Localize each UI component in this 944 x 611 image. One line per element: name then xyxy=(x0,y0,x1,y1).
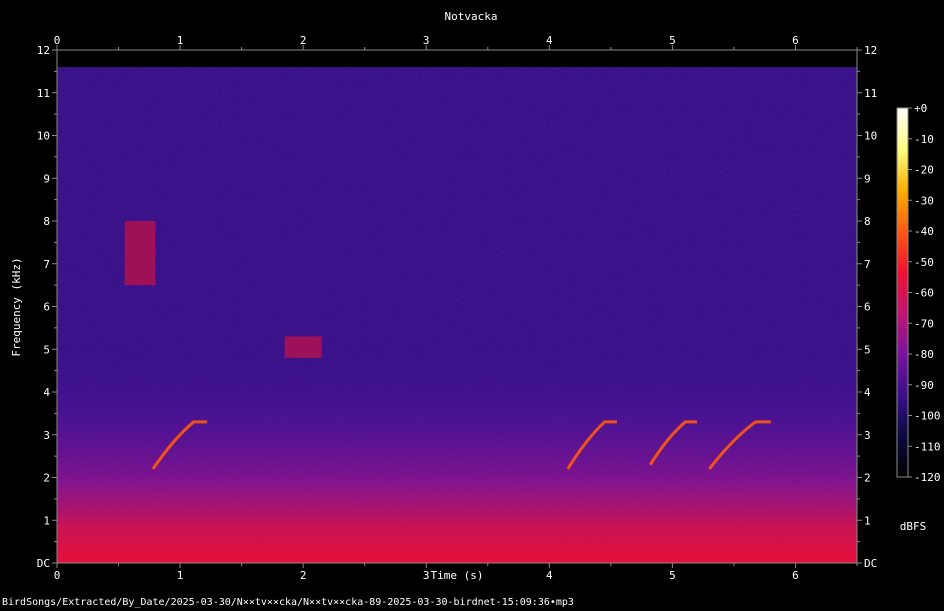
y-tick-label-left: 2 xyxy=(43,472,50,485)
x-tick-label-top: 5 xyxy=(669,34,676,47)
x-tick-label-top: 3 xyxy=(423,34,430,47)
y-tick-label-right: 5 xyxy=(864,343,871,356)
x-tick-label-bottom: 1 xyxy=(177,569,184,582)
colorbar-tick-label: -70 xyxy=(914,317,934,330)
low-frequency-energy xyxy=(57,50,857,563)
y-tick-label-left: 5 xyxy=(43,343,50,356)
colorbar-tick-label: -60 xyxy=(914,287,934,300)
x-tick-label-bottom: 6 xyxy=(792,569,799,582)
y-tick-label-left: 11 xyxy=(37,87,50,100)
x-tick-label-top: 6 xyxy=(792,34,799,47)
x-tick-label-top: 0 xyxy=(54,34,61,47)
y-tick-label-left: 3 xyxy=(43,429,50,442)
y-axis-right: DC123456789101112 xyxy=(857,44,877,570)
y-tick-label-right: 10 xyxy=(864,130,877,143)
y-tick-label-left: 7 xyxy=(43,258,50,271)
y-tick-label-left: 12 xyxy=(37,44,50,57)
above-cutoff-band xyxy=(57,50,857,68)
file-path-caption: BirdSongs/Extracted/By_Date/2025-03-30/N… xyxy=(2,597,574,608)
colorbar-tick-label: -100 xyxy=(914,410,941,423)
x-tick-label-bottom: 5 xyxy=(669,569,676,582)
colorbar-scale xyxy=(896,107,909,478)
y-tick-label-right: 1 xyxy=(864,514,871,527)
x-tick-label-top: 4 xyxy=(546,34,553,47)
y-tick-label-right: 4 xyxy=(864,386,871,399)
x-tick-label-bottom: 2 xyxy=(300,569,307,582)
colorbar-tick-label: -80 xyxy=(914,348,934,361)
colorbar-tick-label: -90 xyxy=(914,379,934,392)
y-tick-label-right: 9 xyxy=(864,172,871,185)
colorbar-label: dBFS xyxy=(900,520,927,533)
energy-patch xyxy=(284,336,322,358)
colorbar-tick-label: -10 xyxy=(914,133,934,146)
y-tick-label-left: 1 xyxy=(43,514,50,527)
y-tick-label-left: 10 xyxy=(37,130,50,143)
colorbar-tick-label: -30 xyxy=(914,194,934,207)
y-axis-left: DC123456789101112 xyxy=(37,44,57,570)
y-tick-label-right: 11 xyxy=(864,87,877,100)
y-tick-label-right: 12 xyxy=(864,44,877,57)
x-tick-label-top: 1 xyxy=(177,34,184,47)
y-tick-label-left: 6 xyxy=(43,301,50,314)
colorbar-tick-label: -120 xyxy=(914,471,941,484)
x-axis-label: Time (s) xyxy=(431,569,484,582)
colorbar-tick-label: -110 xyxy=(914,440,941,453)
y-tick-label-right: 2 xyxy=(864,472,871,485)
y-tick-label-right: 7 xyxy=(864,258,871,271)
energy-patch xyxy=(124,221,156,286)
colorbar-tick-label: -40 xyxy=(914,225,934,238)
colorbar-ticks: +0 -10 -20 -30 -40 -50 -60 -70 -80 -90 -100 -110 -12… xyxy=(908,102,941,484)
colorbar-tick-label: -20 xyxy=(914,164,934,177)
spectrogram-figure: Notvacka 0123456 0123456 DC1234567891011… xyxy=(10,10,941,582)
x-tick-label-bottom: 0 xyxy=(54,569,61,582)
y-tick-label-left: 9 xyxy=(43,172,50,185)
y-tick-label-left: 8 xyxy=(43,215,50,228)
x-tick-label-bottom: 4 xyxy=(546,569,553,582)
y-axis-label: Frequency (kHz) xyxy=(10,257,23,356)
colorbar: +0 -10 -20 -30 -40 -50 -60 -70 -80 -90 -100 -110 -12… xyxy=(896,102,941,533)
y-tick-label-right: 8 xyxy=(864,215,871,228)
y-tick-label-left: DC xyxy=(37,557,50,570)
plot-area xyxy=(56,49,858,564)
colorbar-tick-label: -50 xyxy=(914,256,934,269)
chart-title: Notvacka xyxy=(445,10,498,23)
colorbar-tick-label: +0 xyxy=(914,102,927,115)
y-tick-label-left: 4 xyxy=(43,386,50,399)
x-tick-label-top: 2 xyxy=(300,34,307,47)
y-tick-label-right: 6 xyxy=(864,301,871,314)
x-tick-label-bottom: 3 xyxy=(423,569,430,582)
y-tick-label-right: DC xyxy=(864,557,877,570)
y-tick-label-right: 3 xyxy=(864,429,871,442)
x-axis-top: 0 1 2 3 4 5 6 xyxy=(54,34,858,50)
